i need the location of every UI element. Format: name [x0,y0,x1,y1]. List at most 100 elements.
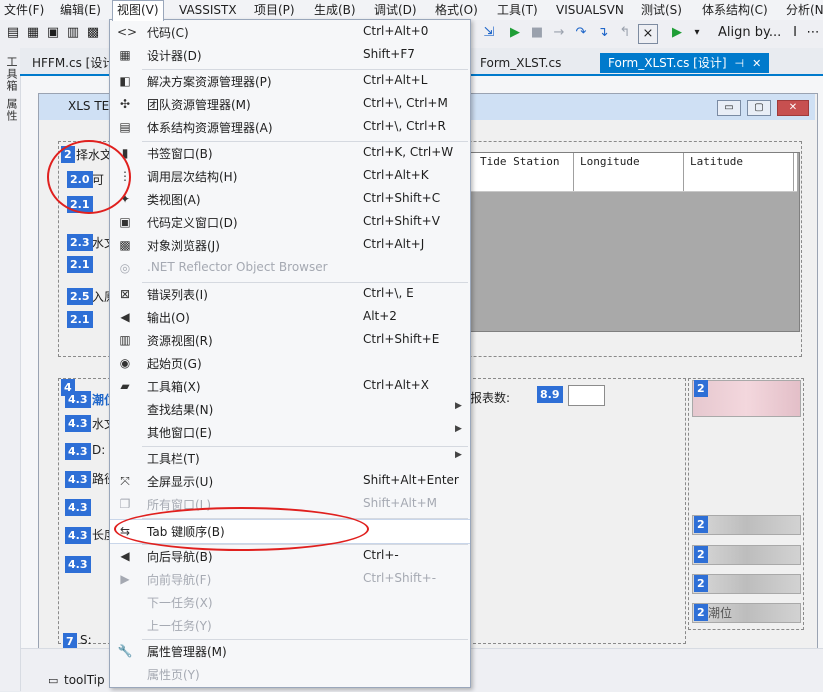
menu-item-output[interactable]: ◀ 输出(O) Alt+2 [110,306,470,329]
menu-item-find-results[interactable]: 查找结果(N) ▶ [110,398,470,421]
menu-item-next-task: 下一任务(X) [110,591,470,614]
step-into-icon[interactable]: ↴ [594,24,612,42]
column-longitude[interactable]: Longitude [580,155,640,168]
tab-order-badge: 2.1 [67,256,93,273]
menu-view[interactable]: 视图(V) [112,0,164,21]
menu-item-label: 书签窗口(B) [147,147,213,161]
menu-item-code[interactable]: <> 代码(C) Ctrl+Alt+0 [110,21,470,44]
restart-icon[interactable]: → [550,24,568,42]
menu-item-toolbars[interactable]: 工具栏(T) ▶ [110,447,470,470]
blurred-action-button[interactable] [692,380,801,417]
menu-test[interactable]: 测试(S) [641,2,682,18]
menu-item-label: 向前导航(F) [147,573,212,587]
column-latitude[interactable]: Latitude [690,155,743,168]
menu-tools[interactable]: 工具(T) [497,2,538,18]
menu-item-label: 其他窗口(E) [147,426,212,440]
stop-icon[interactable]: ■ [528,24,546,42]
menu-item-code-definition[interactable]: ▣ 代码定义窗口(D) Ctrl+Shift+V [110,211,470,234]
dropdown-icon[interactable]: ▾ [688,24,706,42]
properties-side-tab[interactable]: 属性 [3,98,19,122]
toolbox-icon[interactable]: ▤ [4,24,22,42]
close-icon[interactable]: ✕ [752,57,761,70]
menu-format[interactable]: 格式(O) [435,2,478,18]
tab-order-badge: 4.3 [65,443,91,460]
tab-order-badge: 8.9 [537,386,563,403]
blurred-button[interactable] [692,574,801,594]
menu-item-label: 属性页(Y) [147,668,200,682]
toolbox-side-tab[interactable]: 工具箱 [3,56,19,92]
step-icon[interactable]: ⇲ [480,24,498,42]
menu-item-designer[interactable]: ▦ 设计器(D) Shift+F7 [110,44,470,67]
pin-icon[interactable]: ⊣ [735,57,745,70]
navigate-forward-icon: ▶ [120,572,130,586]
menu-visualsvn[interactable]: VISUALSVN [556,2,624,18]
maximize-button[interactable]: ▢ [747,100,771,116]
menu-item-label: 设计器(D) [147,49,202,63]
tab-order-badge: 4.3 [65,391,91,408]
blurred-button[interactable] [692,545,801,565]
reflector-icon: ◎ [119,261,131,275]
save-icon[interactable]: ▥ [64,24,82,42]
architecture-explorer-icon: ▤ [119,120,131,134]
menu-analyze[interactable]: 分析(N [786,2,823,18]
menu-item-label: 全屏显示(U) [147,475,214,489]
new-project-icon[interactable]: ▦ [24,24,42,42]
menu-item-class-view[interactable]: ✦ 类视图(A) Ctrl+Shift+C [110,188,470,211]
toggle-breakpoint-icon[interactable]: ⨯ [638,24,658,44]
menu-item-full-screen[interactable]: ⤧ 全屏显示(U) Shift+Alt+Enter [110,470,470,493]
menu-architecture[interactable]: 体系结构(C) [702,2,768,18]
tab-form-xlst-design[interactable]: Form_XLST.cs [设计] ⊣ ✕ [600,53,770,73]
menu-item-architecture-explorer[interactable]: ▤ 体系结构资源管理器(A) Ctrl+\, Ctrl+R [110,116,470,139]
menu-item-shortcut: Ctrl+K, Ctrl+W [363,145,454,159]
step-out-icon[interactable]: ↰ [616,24,634,42]
tab-form-xlst-code[interactable]: Form_XLST.cs [472,53,569,73]
menu-item-call-hierarchy[interactable]: ⋮ 调用层次结构(H) Ctrl+Alt+K [110,165,470,188]
open-icon[interactable]: ▣ [44,24,62,42]
menu-edit[interactable]: 编辑(E) [60,2,101,18]
more-icon[interactable]: ⋯ [804,24,822,42]
menu-item-toolbox[interactable]: ▰ 工具箱(X) Ctrl+Alt+X [110,375,470,398]
menu-debug[interactable]: 调试(D) [374,2,417,18]
menu-item-start-page[interactable]: ◉ 起始页(G) [110,352,470,375]
menu-item-other-windows[interactable]: 其他窗口(E) ▶ [110,421,470,444]
start-page-icon: ◉ [119,356,131,370]
minimize-button[interactable]: ▭ [717,100,741,116]
tab-order-badge: 2.3 [67,234,93,251]
blurred-button[interactable] [692,515,801,535]
menu-item-label: 工具栏(T) [147,452,200,466]
submenu-arrow-icon: ▶ [455,401,462,411]
start-debug-icon[interactable]: ▶ [506,24,524,42]
report-count-input[interactable] [568,385,605,406]
menu-item-label: 向后导航(B) [147,550,213,564]
tab-order-badge: 2 [694,380,708,397]
tooltip-component[interactable]: toolTip [64,673,105,687]
step-over-icon[interactable]: ↷ [572,24,590,42]
form-close-button[interactable]: ✕ [777,100,809,116]
menu-build[interactable]: 生成(B) [314,2,356,18]
menu-file[interactable]: 文件(F) [4,2,44,18]
label-s: S: [80,633,92,647]
tab-order-badge: 2.1 [67,311,93,328]
menu-item-shortcut: Ctrl+Alt+X [363,378,429,392]
column-divider [683,153,684,191]
menu-item-shortcut: Shift+Alt+M [363,496,437,510]
menu-project[interactable]: 项目(P) [254,2,295,18]
menu-item-shortcut: Ctrl+Alt+L [363,73,428,87]
menu-item-shortcut: Shift+Alt+Enter [363,473,459,487]
tooltip-component-icon: ▭ [48,674,59,687]
column-tide-station[interactable]: Tide Station [480,155,559,168]
menu-item-label: 输出(O) [147,311,190,325]
run-icon[interactable]: ▶ [668,24,686,42]
align-by-label[interactable]: Align by... [718,24,781,42]
menu-item-resource-view[interactable]: ▥ 资源视图(R) Ctrl+Shift+E [110,329,470,352]
menu-item-team-explorer[interactable]: ✣ 团队资源管理器(M) Ctrl+\, Ctrl+M [110,93,470,116]
menu-item-object-browser[interactable]: ▩ 对象浏览器(J) Ctrl+Alt+J [110,234,470,257]
menu-item-shortcut: Ctrl+\, Ctrl+M [363,96,448,110]
menu-vassistx[interactable]: VASSISTX [179,2,237,18]
menu-item-property-manager[interactable]: 🔧 属性管理器(M) [110,640,470,663]
menu-item-solution-explorer[interactable]: ◧ 解决方案资源管理器(P) Ctrl+Alt+L [110,70,470,93]
menu-item-bookmark[interactable]: ▮ 书签窗口(B) Ctrl+K, Ctrl+W [110,142,470,165]
tab-order-badge: 4.3 [65,499,91,516]
menu-item-error-list[interactable]: ⊠ 错误列表(I) Ctrl+\, E [110,283,470,306]
save-all-icon[interactable]: ▩ [84,24,102,42]
